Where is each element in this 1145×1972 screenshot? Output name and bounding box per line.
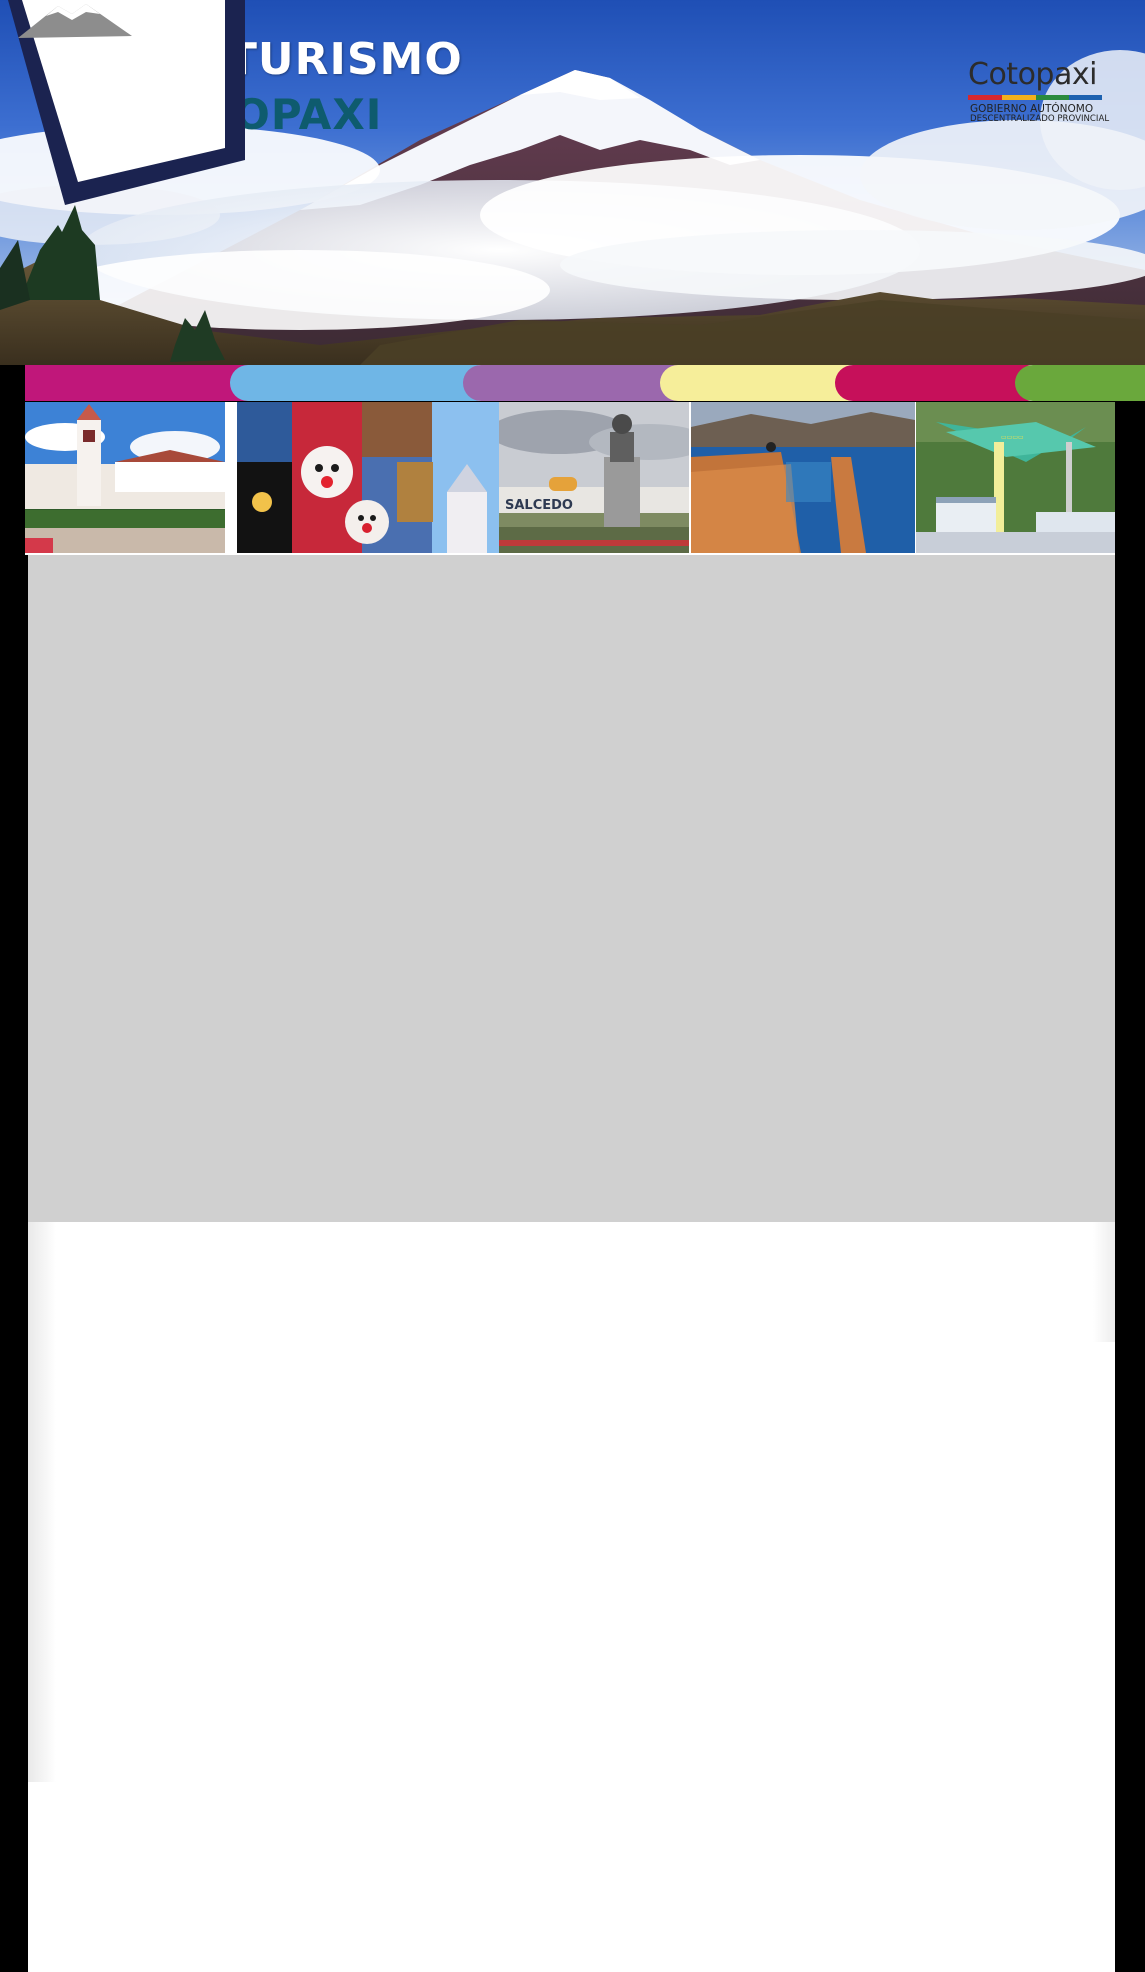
festival-masks-collage[interactable]	[237, 402, 499, 553]
photo-gallery: SALCEDO ▭▭▭▭	[25, 402, 1115, 555]
cable-car-photo[interactable]: ▭▭▭▭	[916, 402, 1115, 553]
content-panel-white	[28, 1222, 1115, 1972]
quilotoa-lagoon-viewpoint-photo[interactable]	[691, 402, 915, 553]
logo-color-stripe	[968, 95, 1102, 100]
color-band-graphic	[25, 365, 1145, 401]
logo-subtitle-line2: DESCENTRALIZADO PROVINCIAL	[970, 114, 1110, 124]
salcedo-sign-text: SALCEDO	[505, 498, 573, 513]
church-plaza-photo[interactable]	[25, 402, 225, 553]
hero-banner: VIVE TURISMO COTOPAXI Cotopaxi GOBIERNO …	[0, 0, 1145, 365]
decorative-edge-right	[1093, 1222, 1115, 1342]
color-band	[25, 365, 1145, 401]
logo-subtitle-line1: GOBIERNO AUTÓNOMO	[970, 103, 1094, 115]
page: VIVE TURISMO COTOPAXI Cotopaxi GOBIERNO …	[0, 0, 1145, 1972]
logo-mountain-icon	[18, 4, 132, 38]
decorative-edge-left	[28, 1222, 56, 1782]
svg-text:▭▭▭▭: ▭▭▭▭	[1001, 434, 1024, 441]
content-panel-gray	[28, 555, 1115, 1222]
logo-name[interactable]: Cotopaxi	[968, 60, 1097, 90]
salcedo-monument-photo[interactable]: SALCEDO	[499, 402, 689, 553]
